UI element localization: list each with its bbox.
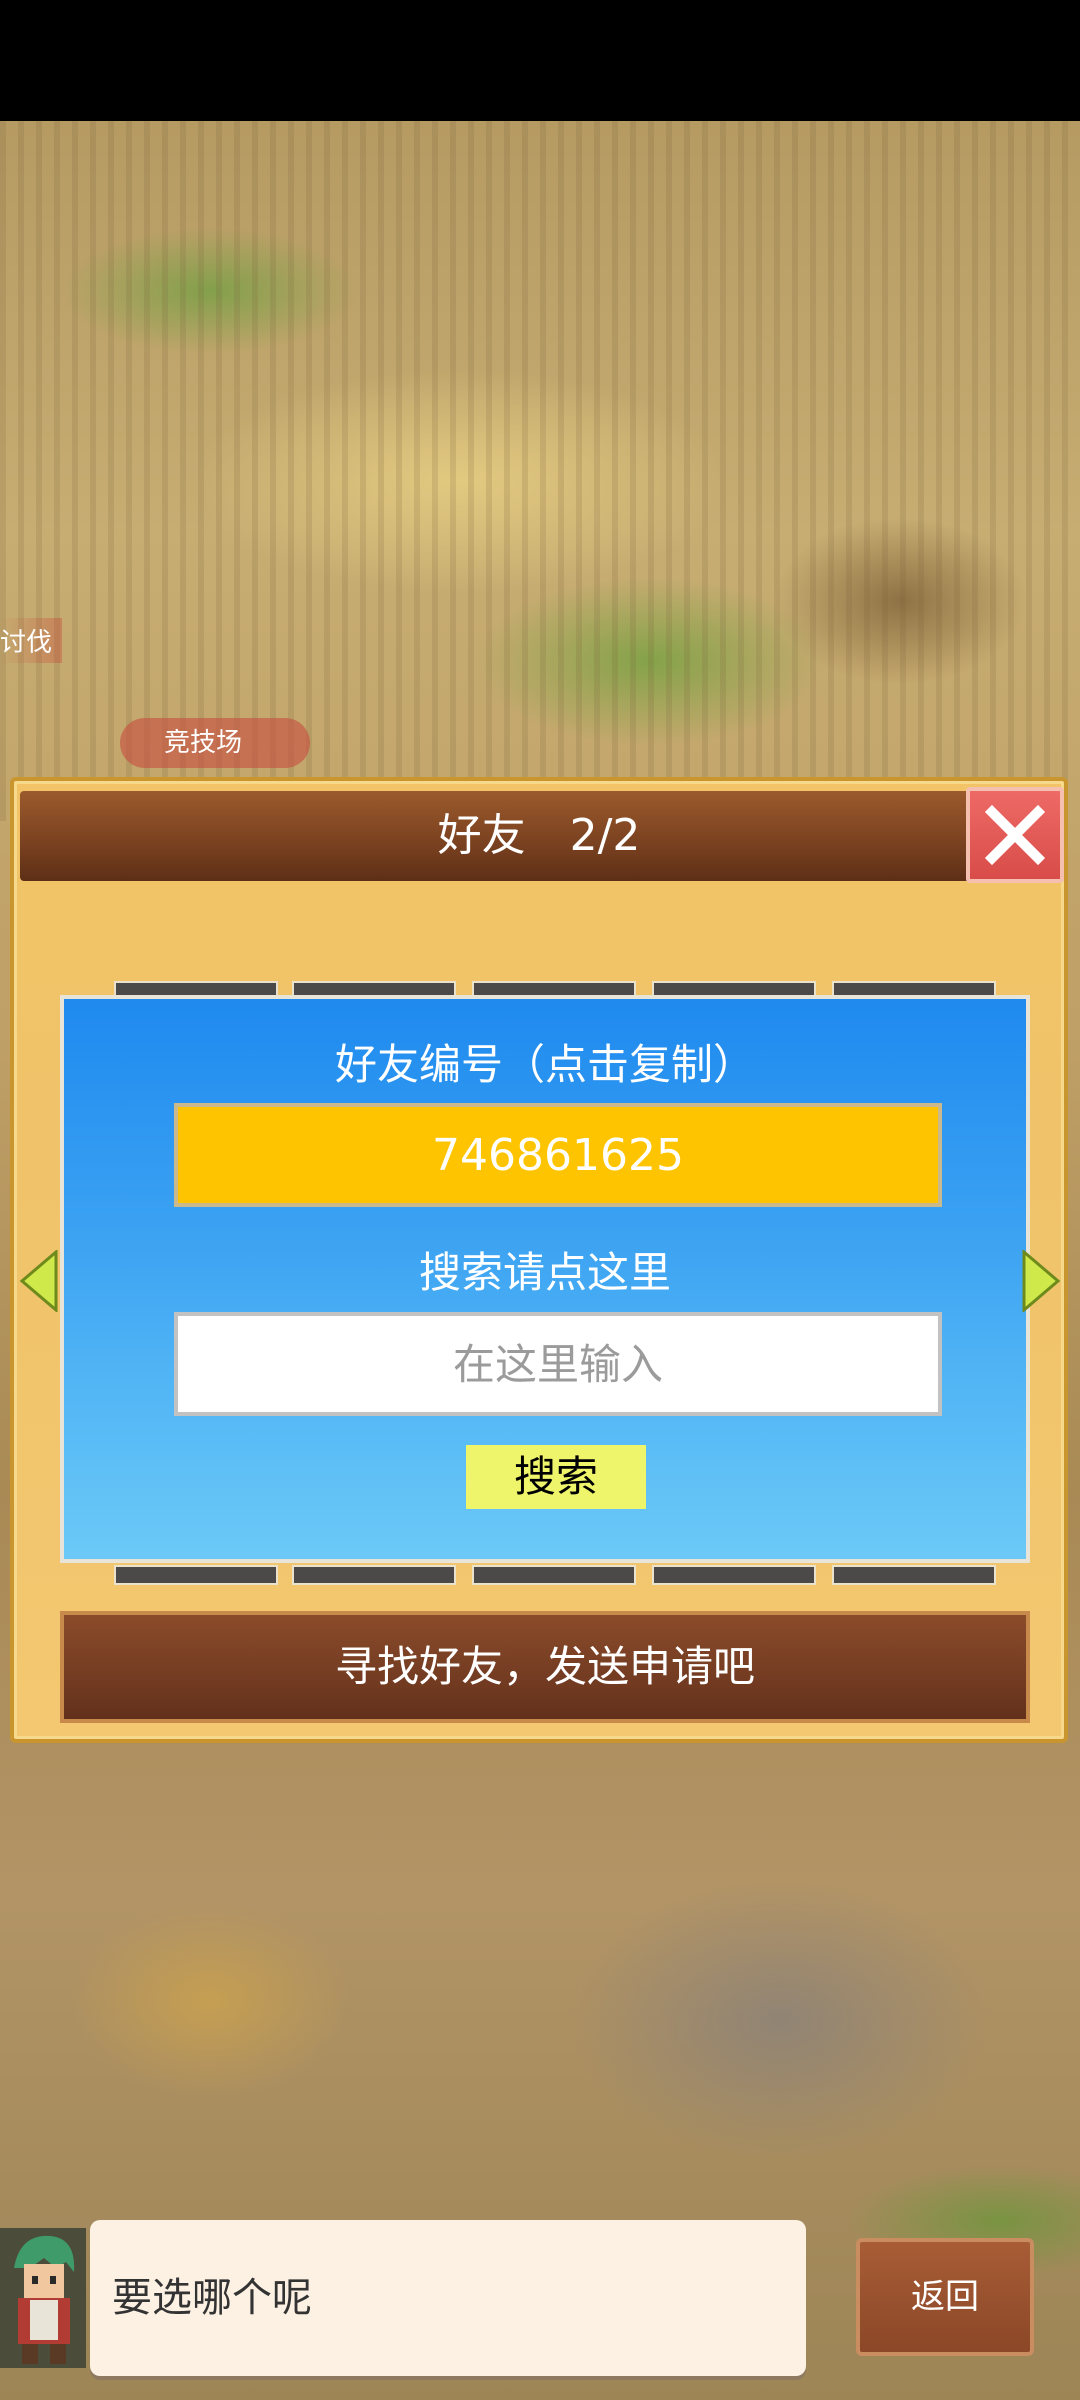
speech-text: 要选哪个呢	[112, 2275, 312, 2321]
arrow-right-icon[interactable]	[1022, 1250, 1062, 1312]
dialog-title: 好友 2/2	[20, 791, 1058, 881]
close-button[interactable]	[966, 787, 1064, 883]
search-button[interactable]: 搜索	[466, 1445, 646, 1509]
status-bar	[0, 0, 1080, 121]
bottom-tab-strip	[60, 1565, 1036, 1585]
map-tag-arena-label: 竞技场	[163, 728, 242, 758]
advisor-chat-area: 要选哪个呢 返回	[0, 2210, 1080, 2400]
search-heading: 搜索请点这里	[418, 1248, 671, 1297]
advisor-avatar	[0, 2228, 86, 2368]
tab-segment	[114, 1565, 278, 1585]
close-x-icon	[984, 804, 1046, 866]
friend-count: 2/2	[569, 810, 641, 861]
friend-id-heading: 好友编号（点击复制）	[334, 1040, 755, 1089]
tab-segment	[472, 1565, 636, 1585]
tab-segment	[832, 1565, 996, 1585]
friend-search-input[interactable]	[174, 1312, 942, 1416]
friend-id-copy-box[interactable]: 746861625	[174, 1103, 942, 1207]
tab-segment	[292, 1565, 456, 1585]
arrow-left-icon[interactable]	[18, 1250, 58, 1312]
dialog-header: 好友 2/2	[20, 791, 1058, 881]
dialog-title-text: 好友	[437, 810, 526, 861]
tab-segment	[652, 1565, 816, 1585]
map-tag-taofa[interactable]: 讨伐	[0, 618, 63, 663]
friend-id-value: 746861625	[432, 1129, 684, 1181]
town-wall-texture	[0, 121, 1080, 821]
find-friends-button[interactable]: 寻找好友，发送申请吧	[60, 1611, 1030, 1723]
speech-bubble: 要选哪个呢	[90, 2220, 806, 2376]
friend-id-panel: 好友编号（点击复制） 746861625 搜索请点这里 搜索	[60, 995, 1030, 1563]
map-tag-arena[interactable]: 竞技场	[120, 718, 310, 768]
game-screen: 讨伐 竞技场 好友 2/2 好友编号（点击复制） 746861625 搜索请点这…	[0, 0, 1080, 2400]
back-button[interactable]: 返回	[856, 2238, 1034, 2356]
friends-dialog: 好友 2/2 好友编号（点击复制） 746861625 搜索请点这里 搜索	[10, 777, 1068, 1743]
